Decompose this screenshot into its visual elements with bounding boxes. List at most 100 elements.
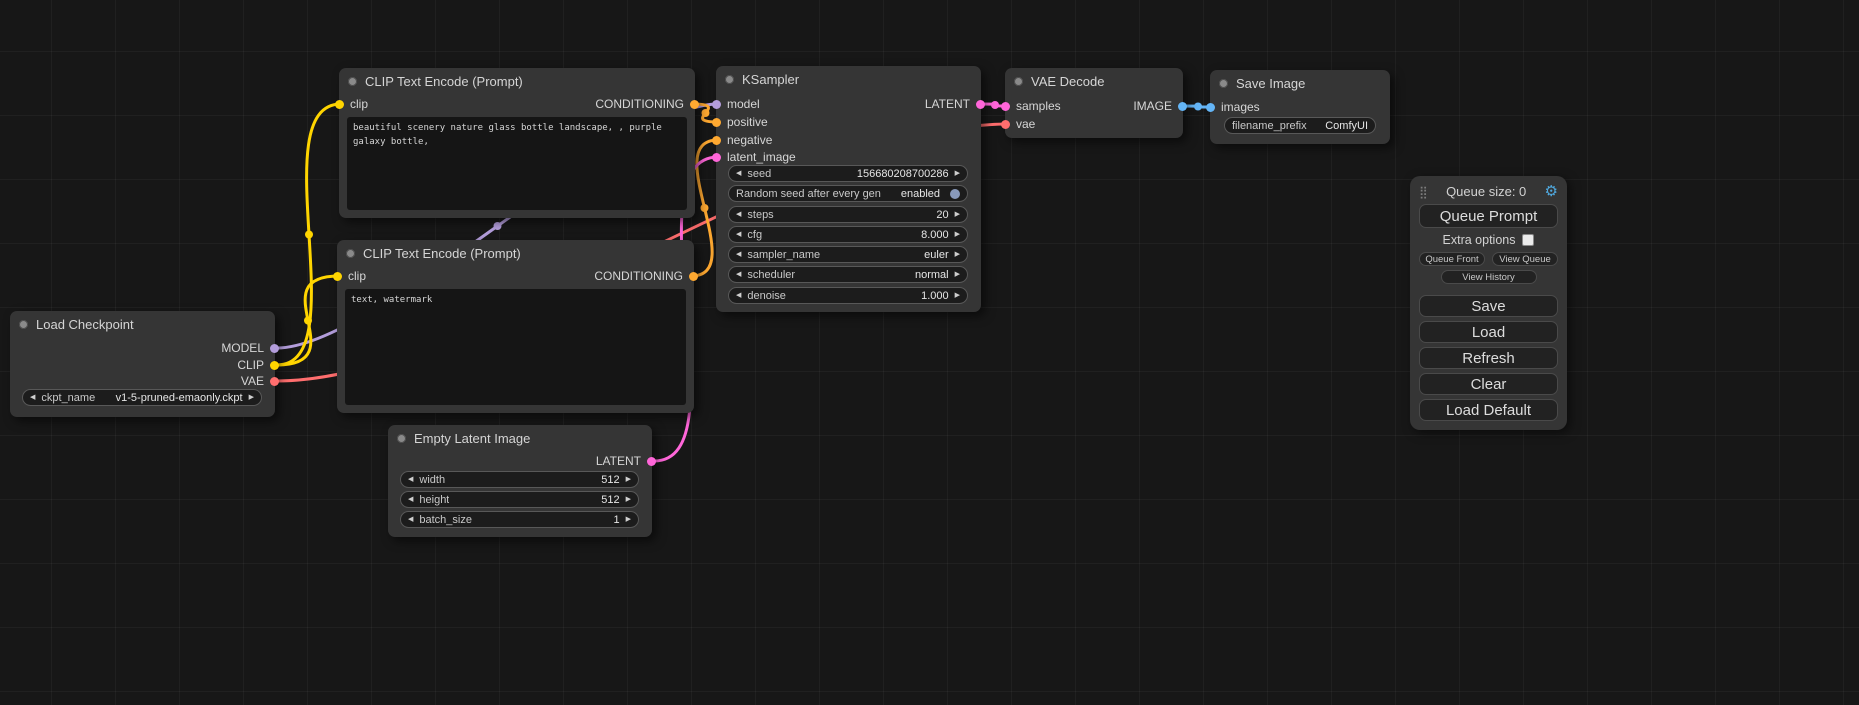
collapse-dot[interactable] <box>725 75 734 84</box>
output-dot-conditioning[interactable] <box>689 272 698 281</box>
widget-batch-size[interactable]: ◀ batch_size 1 ▶ <box>400 511 639 528</box>
output-dot-latent[interactable] <box>647 457 656 466</box>
output-dot-vae[interactable] <box>270 377 279 386</box>
clear-button[interactable]: Clear <box>1419 373 1558 395</box>
widget-denoise[interactable]: ◀ denoise 1.000 ▶ <box>728 287 968 304</box>
output-dot-model[interactable] <box>270 344 279 353</box>
increment-arrow-icon[interactable]: ▶ <box>955 271 960 278</box>
node-title-bar[interactable]: KSampler <box>716 66 981 92</box>
collapse-dot[interactable] <box>1219 79 1228 88</box>
widget-scheduler[interactable]: ◀ scheduler normal ▶ <box>728 266 968 283</box>
decrement-arrow-icon[interactable]: ◀ <box>408 476 413 483</box>
collapse-dot[interactable] <box>1014 77 1023 86</box>
collapse-dot[interactable] <box>348 77 357 86</box>
refresh-button[interactable]: Refresh <box>1419 347 1558 369</box>
input-vae[interactable]: vae <box>1001 116 1035 132</box>
increment-arrow-icon[interactable]: ▶ <box>955 251 960 258</box>
input-clip[interactable]: clip <box>333 268 366 284</box>
input-dot-latent[interactable] <box>1001 102 1010 111</box>
input-dot-clip[interactable] <box>335 100 344 109</box>
input-dot-latent[interactable] <box>712 153 721 162</box>
output-model[interactable]: MODEL <box>221 340 279 356</box>
output-vae[interactable]: VAE <box>241 373 279 389</box>
load-default-button[interactable]: Load Default <box>1419 399 1558 421</box>
node-title-bar[interactable]: CLIP Text Encode (Prompt) <box>339 68 695 94</box>
widget-steps[interactable]: ◀ steps 20 ▶ <box>728 206 968 223</box>
node-vae-decode[interactable]: VAE Decode samples vae IMAGE <box>1005 68 1183 138</box>
decrement-arrow-icon[interactable]: ◀ <box>30 394 35 401</box>
widget-height[interactable]: ◀ height 512 ▶ <box>400 491 639 508</box>
input-dot-clip[interactable] <box>333 272 342 281</box>
queue-front-button[interactable]: Queue Front <box>1419 252 1485 266</box>
input-images[interactable]: images <box>1206 99 1260 115</box>
input-dot-image[interactable] <box>1206 103 1215 112</box>
input-samples[interactable]: samples <box>1001 98 1061 114</box>
output-clip[interactable]: CLIP <box>237 357 279 373</box>
input-latent-image[interactable]: latent_image <box>712 149 796 165</box>
load-button[interactable]: Load <box>1419 321 1558 343</box>
output-dot-conditioning[interactable] <box>690 100 699 109</box>
increment-arrow-icon[interactable]: ▶ <box>955 170 960 177</box>
increment-arrow-icon[interactable]: ▶ <box>955 231 960 238</box>
increment-arrow-icon[interactable]: ▶ <box>249 394 254 401</box>
input-dot-conditioning[interactable] <box>712 136 721 145</box>
toggle-indicator[interactable] <box>950 189 960 199</box>
output-dot-latent[interactable] <box>976 100 985 109</box>
output-latent[interactable]: LATENT <box>925 96 985 112</box>
input-dot-conditioning[interactable] <box>712 118 721 127</box>
view-history-button[interactable]: View History <box>1441 270 1537 284</box>
decrement-arrow-icon[interactable]: ◀ <box>736 271 741 278</box>
input-positive[interactable]: positive <box>712 114 768 130</box>
output-dot-image[interactable] <box>1178 102 1187 111</box>
node-save-image[interactable]: Save Image images filename_prefix ComfyU… <box>1210 70 1390 144</box>
increment-arrow-icon[interactable]: ▶ <box>626 476 631 483</box>
node-title-bar[interactable]: VAE Decode <box>1005 68 1183 94</box>
decrement-arrow-icon[interactable]: ◀ <box>736 292 741 299</box>
input-model[interactable]: model <box>712 96 760 112</box>
save-button[interactable]: Save <box>1419 295 1558 317</box>
increment-arrow-icon[interactable]: ▶ <box>626 496 631 503</box>
collapse-dot[interactable] <box>19 320 28 329</box>
input-clip[interactable]: clip <box>335 96 368 112</box>
node-clip-text-encode-negative[interactable]: CLIP Text Encode (Prompt) clip CONDITION… <box>337 240 694 413</box>
node-load-checkpoint[interactable]: Load Checkpoint MODEL CLIP VAE ◀ ckpt_na… <box>10 311 275 417</box>
node-title-bar[interactable]: Load Checkpoint <box>10 311 275 337</box>
graph-canvas[interactable]: Load Checkpoint MODEL CLIP VAE ◀ ckpt_na… <box>0 0 1859 705</box>
increment-arrow-icon[interactable]: ▶ <box>626 516 631 523</box>
output-conditioning[interactable]: CONDITIONING <box>595 96 699 112</box>
output-latent[interactable]: LATENT <box>596 453 656 469</box>
queue-prompt-button[interactable]: Queue Prompt <box>1419 204 1558 228</box>
extra-options-checkbox[interactable] <box>1522 234 1534 246</box>
node-title-bar[interactable]: CLIP Text Encode (Prompt) <box>337 240 694 266</box>
increment-arrow-icon[interactable]: ▶ <box>955 211 960 218</box>
node-empty-latent-image[interactable]: Empty Latent Image LATENT ◀ width 512 ▶ … <box>388 425 652 537</box>
prompt-textarea[interactable]: text, watermark <box>345 289 686 405</box>
node-ksampler[interactable]: KSampler model positive negative latent_… <box>716 66 981 312</box>
output-dot-clip[interactable] <box>270 361 279 370</box>
collapse-dot[interactable] <box>346 249 355 258</box>
widget-ckpt-name[interactable]: ◀ ckpt_name v1-5-pruned-emaonly.ckpt ▶ <box>22 389 262 406</box>
view-queue-button[interactable]: View Queue <box>1492 252 1558 266</box>
widget-random-seed-toggle[interactable]: Random seed after every gen enabled <box>728 185 968 202</box>
drag-handle-icon[interactable]: ⣿ <box>1419 185 1428 199</box>
output-image[interactable]: IMAGE <box>1133 98 1187 114</box>
prompt-textarea[interactable]: beautiful scenery nature glass bottle la… <box>347 117 687 210</box>
input-dot-model[interactable] <box>712 100 721 109</box>
collapse-dot[interactable] <box>397 434 406 443</box>
settings-gear-icon[interactable]: ⚙ <box>1545 184 1558 199</box>
widget-filename-prefix[interactable]: filename_prefix ComfyUI <box>1224 117 1376 134</box>
widget-cfg[interactable]: ◀ cfg 8.000 ▶ <box>728 226 968 243</box>
decrement-arrow-icon[interactable]: ◀ <box>408 516 413 523</box>
decrement-arrow-icon[interactable]: ◀ <box>408 496 413 503</box>
increment-arrow-icon[interactable]: ▶ <box>955 292 960 299</box>
input-dot-vae[interactable] <box>1001 120 1010 129</box>
node-title-bar[interactable]: Empty Latent Image <box>388 425 652 451</box>
output-conditioning[interactable]: CONDITIONING <box>594 268 698 284</box>
widget-width[interactable]: ◀ width 512 ▶ <box>400 471 639 488</box>
decrement-arrow-icon[interactable]: ◀ <box>736 251 741 258</box>
widget-seed[interactable]: ◀ seed 156680208700286 ▶ <box>728 165 968 182</box>
input-negative[interactable]: negative <box>712 132 772 148</box>
decrement-arrow-icon[interactable]: ◀ <box>736 211 741 218</box>
decrement-arrow-icon[interactable]: ◀ <box>736 170 741 177</box>
decrement-arrow-icon[interactable]: ◀ <box>736 231 741 238</box>
